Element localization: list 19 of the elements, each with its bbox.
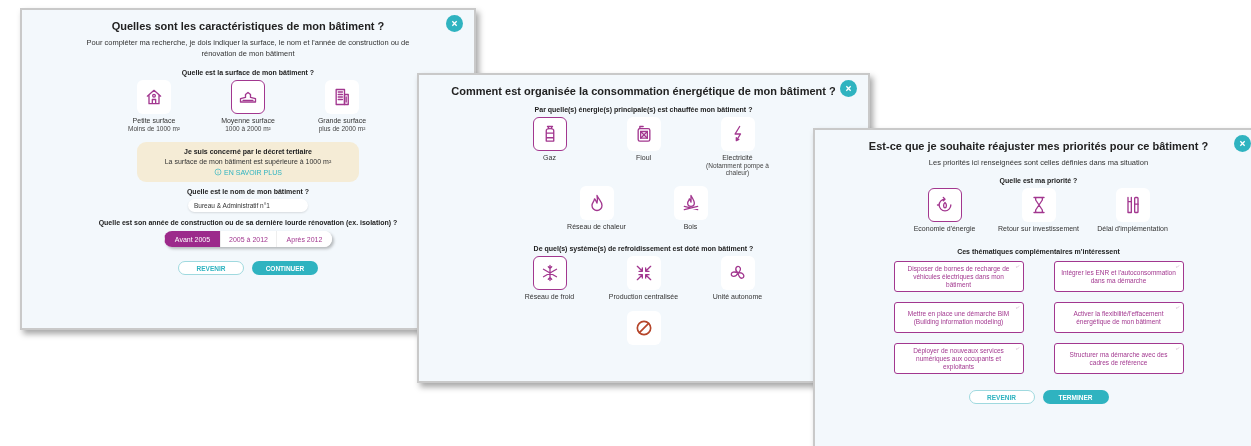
option-tile[interactable] [579,186,614,221]
option-tile[interactable] [532,255,567,290]
option-tile[interactable] [532,117,567,151]
option-tile[interactable] [626,117,661,151]
option-tile[interactable] [325,79,359,114]
option-tile[interactable] [626,255,661,290]
option-tile[interactable] [673,186,708,221]
option-tile[interactable] [927,187,962,222]
option-tile[interactable] [720,255,755,290]
option-tile[interactable] [1115,187,1150,222]
dialog-title: Quelles sont les caractéristiques de mon bâtiment ? [111,20,385,32]
info-icon [214,168,223,177]
option-tile[interactable] [720,117,755,151]
dialog-title: Est-ce que je souhaite réajuster mes priorités pour ce bâtiment ? [868,140,1209,152]
option-tile[interactable] [137,79,171,114]
option-tile[interactable] [626,311,661,346]
option-tile[interactable] [1021,187,1056,222]
dialog-title: Comment est organisée la consommation énergétique de mon bâtiment ? [451,85,836,97]
option-tile[interactable] [231,79,265,114]
